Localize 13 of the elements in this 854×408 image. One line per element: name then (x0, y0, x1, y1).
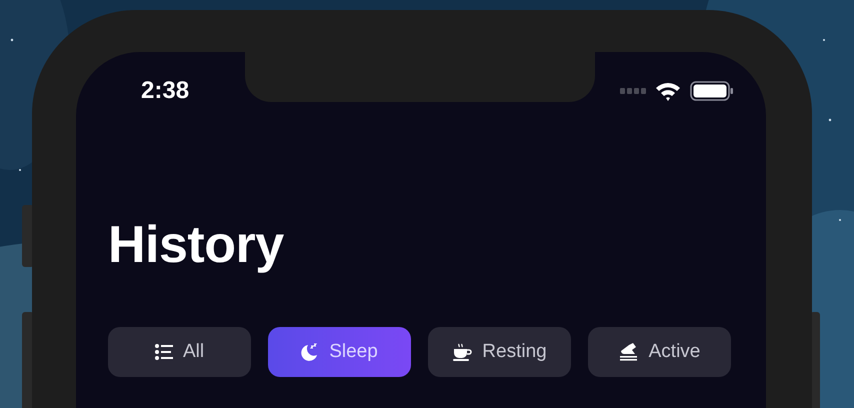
filter-tab[interactable]: Active (588, 327, 731, 377)
shoe-icon (618, 343, 639, 361)
cup-icon (452, 343, 472, 361)
filter-tab[interactable]: All (108, 327, 251, 377)
battery-icon (690, 81, 734, 101)
status-time: 2:38 (141, 77, 190, 105)
wifi-icon (655, 81, 681, 101)
signal-icon (620, 88, 646, 94)
filter-tab[interactable]: Resting (428, 327, 571, 377)
filter-tab[interactable]: Sleep (268, 327, 411, 377)
moon-icon (301, 343, 320, 361)
list-icon (154, 344, 173, 360)
page-title: History (108, 215, 285, 275)
